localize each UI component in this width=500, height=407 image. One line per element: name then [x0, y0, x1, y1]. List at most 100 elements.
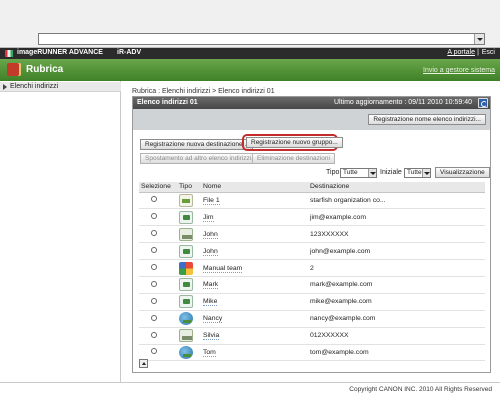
table-row[interactable]: John john@example.com	[139, 242, 485, 261]
select-radio[interactable]	[151, 331, 157, 338]
type-filter-label: Tipo	[326, 169, 340, 176]
address-dropdown-icon[interactable]	[474, 34, 484, 44]
column-header-name: Nome	[201, 182, 308, 193]
initial-filter-value: Tutte	[407, 169, 422, 176]
destination-cell: mike@example.com	[308, 293, 485, 311]
table-row[interactable]: Nancy nancy@example.com	[139, 310, 485, 328]
portal-link[interactable]: A portale	[447, 49, 475, 56]
destination-name-link[interactable]: Jim	[203, 213, 214, 222]
destination-cell: jim@example.com	[308, 208, 485, 227]
name-cell: Jim	[201, 208, 308, 227]
name-cell: Manual team	[201, 259, 308, 277]
select-radio[interactable]	[151, 297, 157, 304]
type-cell	[177, 208, 201, 227]
destination-cell: john@example.com	[308, 242, 485, 261]
selection-cell	[139, 208, 177, 227]
move-to-list-button[interactable]: Spostamento ad altro elenco indirizzi...	[140, 153, 262, 164]
select-radio[interactable]	[151, 348, 157, 355]
browser-chrome	[0, 0, 500, 48]
column-header-destination: Destinazione	[308, 182, 485, 193]
column-header-type: Tipo	[177, 182, 201, 193]
table-row[interactable]: Mark mark@example.com	[139, 276, 485, 294]
type-cell	[177, 225, 201, 244]
type-filter-value: Tutte	[343, 169, 358, 176]
selection-cell	[139, 225, 177, 244]
send-to-admin-link[interactable]: Invio a gestore sistema	[423, 67, 495, 74]
sidebar: Elenchi indirizzi	[0, 81, 121, 382]
register-list-name-button[interactable]: Registrazione nome elenco indirizzi...	[368, 114, 486, 125]
name-cell: Mike	[201, 293, 308, 311]
fax-icon	[179, 329, 193, 343]
table-row[interactable]: Manual team 2	[139, 259, 485, 277]
type-cell	[177, 242, 201, 261]
select-radio[interactable]	[151, 230, 157, 237]
select-radio[interactable]	[151, 314, 157, 321]
email-icon	[179, 244, 193, 258]
fax-icon	[179, 227, 193, 241]
email-icon	[179, 295, 193, 309]
destination-name-link[interactable]: Mark	[203, 281, 219, 290]
destination-cell: nancy@example.com	[308, 310, 485, 328]
type-cell	[177, 192, 201, 210]
destination-name-link[interactable]: Nancy	[203, 315, 223, 324]
table-row[interactable]: Silvia 012XXXXXX	[139, 327, 485, 345]
top-bar: imageRUNNER ADVANCE iR-ADV A portale | E…	[0, 48, 500, 59]
table-header-row: Selezione Tipo Nome Destinazione	[139, 182, 485, 193]
register-group-button[interactable]: Registrazione nuovo gruppo...	[246, 137, 343, 148]
last-updated: Ultimo aggiornamento : 09/11 2010 10:59:…	[333, 99, 472, 106]
refresh-icon[interactable]	[478, 98, 488, 108]
destination-name-link[interactable]: John	[203, 247, 218, 256]
register-destination-button[interactable]: Registrazione nuova destinazione...	[140, 139, 253, 150]
destination-name-link[interactable]: John	[203, 230, 218, 239]
group-icon	[179, 261, 193, 275]
destination-name-link[interactable]: Mike	[203, 298, 218, 307]
model-name: iR-ADV	[117, 49, 142, 56]
address-bar[interactable]	[38, 33, 485, 45]
address-list-panel: Elenco indirizzi 01 Ultimo aggiornamento…	[132, 96, 491, 373]
table-row[interactable]: Tom tom@example.com	[139, 344, 485, 362]
type-filter-select[interactable]: Tutte	[340, 168, 377, 178]
name-cell: John	[201, 242, 308, 261]
name-cell: Tom	[201, 344, 308, 362]
table-row[interactable]: John 123XXXXXX	[139, 225, 485, 244]
destination-name-link[interactable]: Silvia	[203, 332, 220, 341]
selection-cell	[139, 259, 177, 277]
type-cell	[177, 344, 201, 362]
select-radio[interactable]	[151, 196, 157, 203]
sidebar-item-address-lists[interactable]: Elenchi indirizzi	[0, 82, 121, 92]
destination-cell: 012XXXXXX	[308, 327, 485, 345]
selection-cell	[139, 192, 177, 210]
page-title: Rubrica	[26, 64, 64, 75]
destination-name-link[interactable]: Tom	[203, 348, 216, 357]
select-radio[interactable]	[151, 247, 157, 254]
destination-cell: 123XXXXXX	[308, 225, 485, 244]
delete-destinations-button[interactable]: Eliminazione destinazioni	[252, 153, 335, 164]
type-cell	[177, 259, 201, 277]
triangle-right-icon	[3, 84, 7, 90]
chevron-down-icon	[422, 169, 430, 177]
type-cell	[177, 310, 201, 328]
select-radio[interactable]	[151, 264, 157, 270]
selection-cell	[139, 276, 177, 294]
name-cell: Nancy	[201, 310, 308, 328]
show-button[interactable]: Visualizzazione	[435, 167, 490, 178]
destination-name-link[interactable]: Manual team	[203, 264, 243, 273]
selection-cell	[139, 327, 177, 345]
panel-header: Elenco indirizzi 01 Ultimo aggiornamento…	[133, 97, 490, 109]
table-row[interactable]: File 1 starfish organization co...	[139, 192, 485, 210]
file-icon	[179, 193, 193, 207]
canon-logo-icon	[5, 50, 13, 57]
scroll-top-button[interactable]	[139, 359, 148, 368]
name-cell: File 1	[201, 192, 308, 210]
panel-toolbar: Registrazione nome elenco indirizzi...	[133, 109, 490, 130]
destination-name-link[interactable]: File 1	[203, 196, 220, 205]
select-radio[interactable]	[151, 280, 157, 287]
name-cell: Mark	[201, 276, 308, 294]
table-row[interactable]: Jim jim@example.com	[139, 208, 485, 227]
email-icon	[179, 210, 193, 224]
table-row[interactable]: Mike mike@example.com	[139, 293, 485, 311]
initial-filter-select[interactable]: Tutte	[404, 168, 431, 178]
exit-link[interactable]: Esci	[482, 49, 495, 56]
select-radio[interactable]	[151, 213, 157, 220]
panel-title: Elenco indirizzi 01	[137, 99, 198, 106]
